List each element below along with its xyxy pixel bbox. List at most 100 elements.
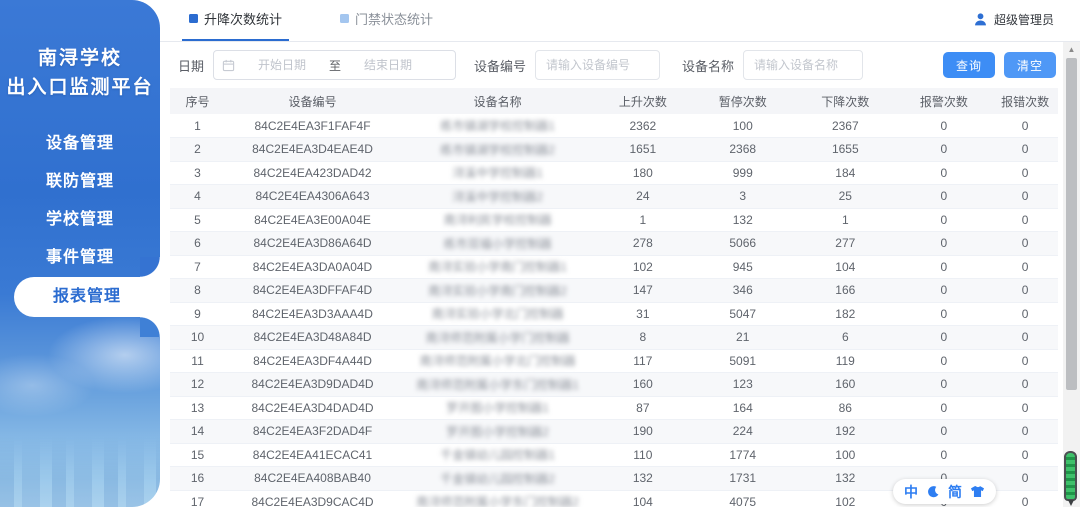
cell: 25 (795, 184, 896, 209)
column-header: 上升次数 (595, 88, 691, 114)
cell: 84C2E4EA3D4DAD4D (225, 396, 400, 420)
main-content: 升降次数统计 门禁状态统计 超级管理员 日期 开始日期 至 结束日期 设备编号 … (160, 0, 1080, 507)
app-title-line2: 出入口监测平台 (6, 77, 154, 98)
tab-label: 门禁状态统计 (355, 12, 434, 27)
cell: 21 (690, 325, 796, 350)
cell: 102 (595, 255, 691, 279)
cell: 160 (795, 372, 896, 397)
cell: 87 (595, 396, 691, 420)
user-menu[interactable]: 超级管理员 (973, 11, 1054, 28)
app-window: 南浔学校 出入口监测平台 设备管理 联防管理 学校管理 事件管理 报表管理 升降次数统计… (0, 0, 1080, 507)
device-name-cell: 南浔师范附属小学东门控制器2 (399, 490, 596, 507)
cell: 8 (170, 278, 226, 303)
table-row: 4 84C2E4EA4306A643 浔溪中学控制器2 24 3 25 0 0 (170, 184, 1058, 209)
cell: 8 (595, 325, 691, 350)
search-button[interactable]: 查询 (942, 52, 995, 78)
cell: 278 (595, 231, 691, 256)
table-header-row: 序号 设备编号 设备名称 上升次数 暂停次数 下降次数 报警次数 报错次数 (170, 88, 1058, 114)
cell: 180 (595, 161, 691, 185)
cell: 132 (595, 466, 691, 491)
app-title: 南浔学校 出入口监测平台 (0, 44, 160, 102)
device-name-cell: 浔溪中学控制器1 (399, 161, 596, 185)
cell: 84C2E4EA3DFFAF4D (225, 278, 400, 303)
cell: 17 (170, 490, 226, 507)
column-header: 暂停次数 (690, 88, 796, 114)
table-row: 8 84C2E4EA3DFFAF4D 南浔实验小学南门控制器2 147 346 166 0 0 (170, 278, 1058, 303)
clear-button[interactable]: 清空 (1003, 52, 1056, 78)
cell: 24 (595, 184, 691, 209)
date-start-input[interactable] (239, 58, 326, 72)
cell: 3 (690, 184, 796, 209)
cell: 84C2E4EA408BAB40 (225, 466, 400, 491)
table-row: 12 84C2E4EA3D9DAD4D 南浔师范附属小学东门控制器1 160 123 16… (170, 372, 1058, 397)
cell: 0 (895, 161, 993, 185)
sidebar-menu: 设备管理 联防管理 学校管理 事件管理 报表管理 (0, 125, 160, 337)
cell: 7 (170, 255, 226, 279)
scrollbar-thumb[interactable] (1066, 58, 1077, 390)
cell: 110 (595, 443, 691, 467)
pen-battery-widget[interactable] (1064, 451, 1077, 506)
sidebar-item-5[interactable]: 报表管理 (14, 257, 160, 337)
cell: 84C2E4EA3D3AAA4D (225, 302, 400, 326)
cell: 123 (690, 372, 796, 397)
sidebar-skyline-decoration (0, 437, 160, 507)
cell: 192 (795, 419, 896, 444)
sidebar-item-1[interactable]: 设备管理 (0, 125, 160, 163)
cell: 10 (170, 325, 226, 350)
ime-toolbar[interactable]: 中 简 (893, 479, 996, 504)
table-row: 2 84C2E4EA3D4EAE4D 练市镇湖学校控制器2 1651 2368 1655 0… (170, 137, 1058, 162)
cell: 12 (170, 372, 226, 397)
cell: 0 (895, 396, 993, 420)
cell: 84C2E4EA3DA0A04D (225, 255, 400, 279)
sidebar-item-2[interactable]: 联防管理 (0, 163, 160, 201)
cell: 0 (895, 302, 993, 326)
cell: 84C2E4EA4306A643 (225, 184, 400, 209)
column-header: 序号 (170, 88, 226, 114)
skin-shirt-icon[interactable] (970, 485, 985, 499)
cell: 0 (992, 231, 1058, 256)
device-name-cell: 南浔师范附属小学东门控制器1 (399, 372, 596, 397)
device-name-cell: 南浔实验小学南门控制器1 (399, 255, 596, 279)
table-row: 1 84C2E4EA3F1FAF4F 练市镇湖学校控制器1 2362 100 2367 0 0 (170, 114, 1058, 138)
user-icon (973, 12, 988, 27)
cell: 9 (170, 302, 226, 326)
cell: 132 (690, 208, 796, 232)
date-end-input[interactable] (345, 58, 432, 72)
sidebar: 南浔学校 出入口监测平台 设备管理 联防管理 学校管理 事件管理 报表管理 (0, 0, 160, 507)
cell: 84C2E4EA3D4EAE4D (225, 137, 400, 162)
cell: 2368 (690, 137, 796, 162)
table-row: 3 84C2E4EA423DAD42 浔溪中学控制器1 180 999 184 0 0 (170, 161, 1058, 185)
ime-chinese-mode-icon[interactable]: 中 (904, 485, 918, 499)
tab-2[interactable]: 门禁状态统计 (333, 9, 440, 41)
cell: 11 (170, 349, 226, 373)
cell: 1 (170, 114, 226, 138)
cell: 0 (895, 372, 993, 397)
cell: 84C2E4EA3F2DAD4F (225, 419, 400, 444)
device-name-input[interactable] (743, 50, 864, 80)
cell: 1651 (595, 137, 691, 162)
app-title-line1: 南浔学校 (37, 48, 122, 69)
filter-actions: 查询 清空 (942, 52, 1056, 78)
moon-icon[interactable] (926, 485, 940, 499)
cell: 0 (992, 396, 1058, 420)
date-range-picker[interactable]: 至 (213, 50, 457, 80)
cell: 0 (992, 490, 1058, 507)
device-id-input[interactable] (535, 50, 661, 80)
cell: 0 (895, 208, 993, 232)
vertical-scrollbar[interactable]: ▲ (1063, 42, 1080, 507)
cell: 945 (690, 255, 796, 279)
device-name-cell: 练市双福小学控制器 (399, 231, 596, 256)
cell: 86 (795, 396, 896, 420)
cell: 182 (795, 302, 896, 326)
device-id-label: 设备编号 (474, 58, 527, 74)
table-row: 6 84C2E4EA3D86A64D 练市双福小学控制器 278 5066 277 0 0 (170, 231, 1058, 256)
sidebar-item-3[interactable]: 学校管理 (0, 201, 160, 239)
scrollbar-up-arrow-icon[interactable]: ▲ (1063, 45, 1080, 54)
cell: 0 (895, 137, 993, 162)
cell: 84C2E4EA3D9CAC4D (225, 490, 400, 507)
stats-table: 序号 设备编号 设备名称 上升次数 暂停次数 下降次数 报警次数 报错次数 1 84C2E4EA… (170, 88, 1058, 507)
ime-simplified-mode-icon[interactable]: 简 (948, 485, 962, 499)
sidebar-item-4[interactable]: 事件管理 (0, 239, 160, 277)
cell: 0 (895, 114, 993, 138)
tab-1[interactable]: 升降次数统计 (182, 9, 290, 41)
